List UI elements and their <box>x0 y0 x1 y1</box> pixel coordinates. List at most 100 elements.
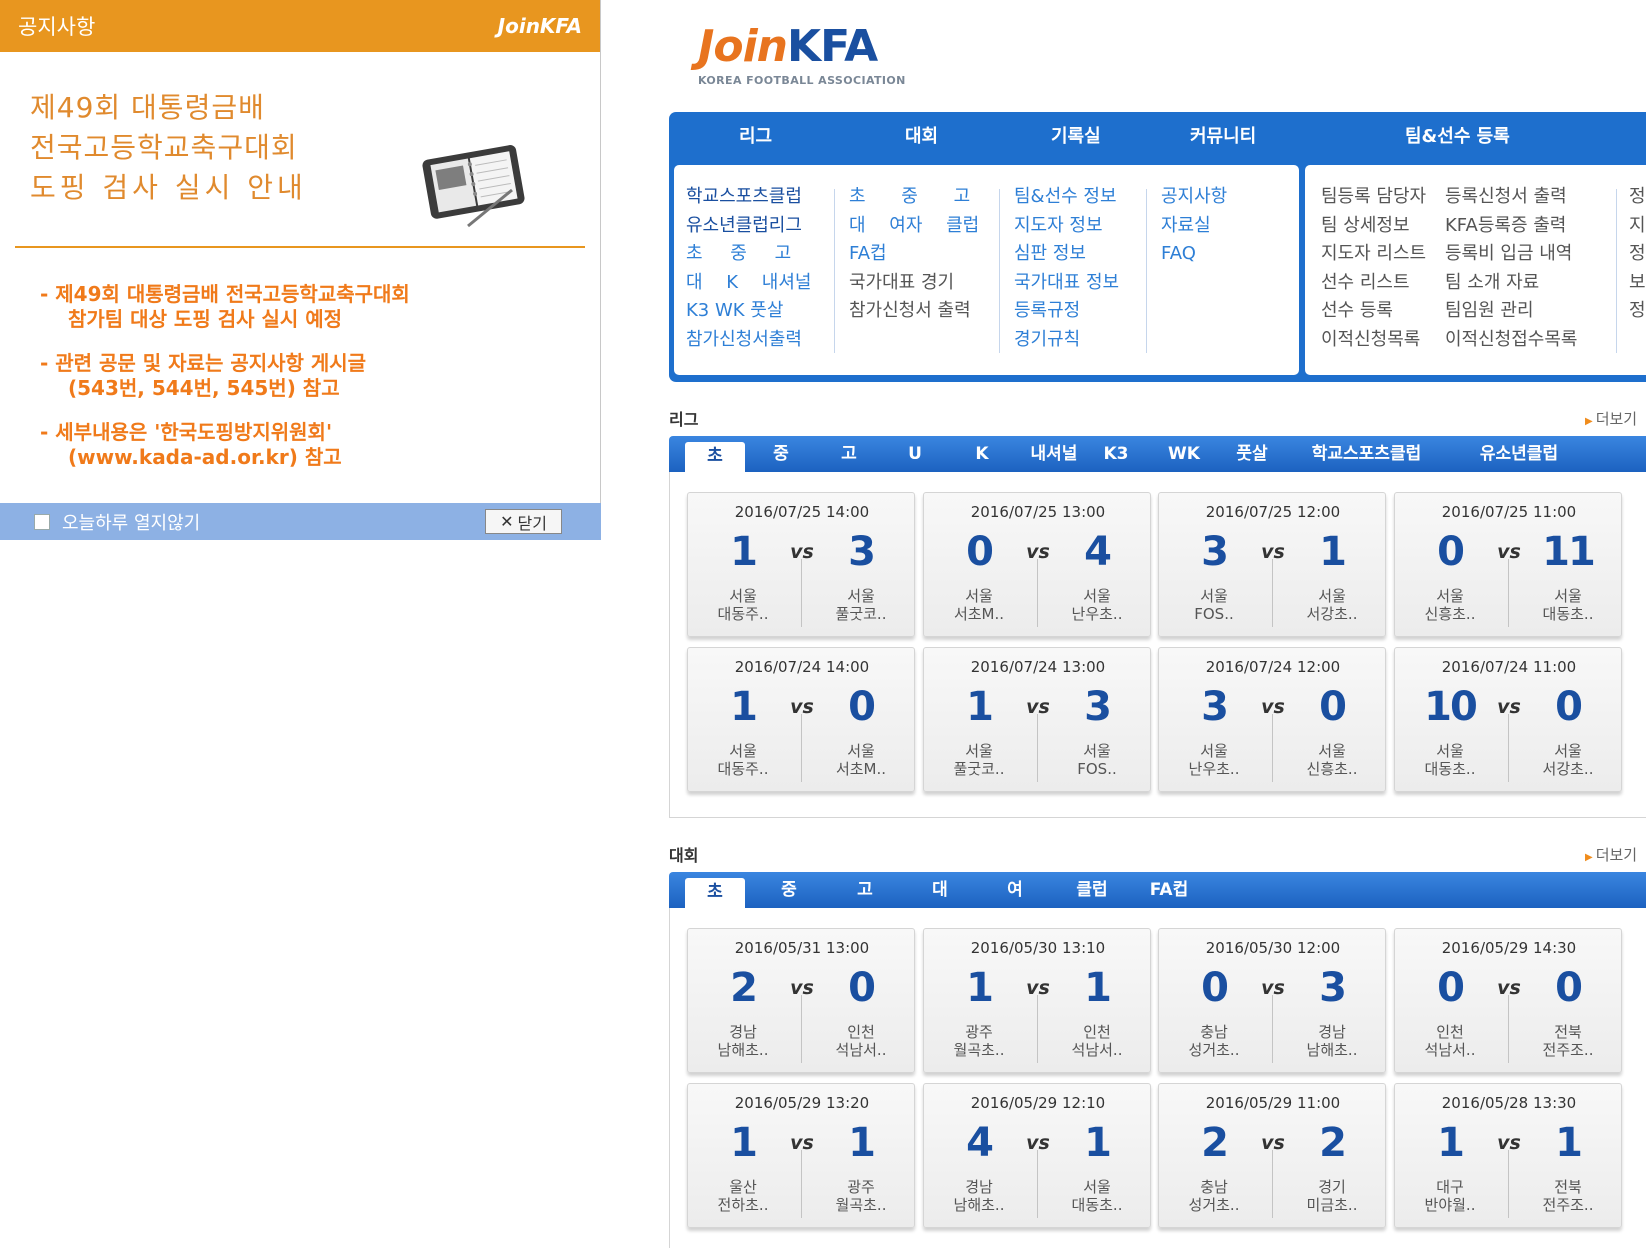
menu-item[interactable]: 국가대표 정보 <box>1014 269 1119 298</box>
menu-item[interactable]: 참가신청서 출력 <box>849 297 979 326</box>
league-tab[interactable]: U <box>895 436 935 472</box>
competition-tab[interactable]: FA컵 <box>1139 872 1199 908</box>
competition-tab[interactable]: 초 <box>685 878 745 908</box>
competition-tab[interactable]: 대 <box>920 872 960 908</box>
menu-item[interactable]: 선수 등록 <box>1321 297 1426 326</box>
menu-item[interactable]: 팀임원 관리 <box>1445 297 1577 326</box>
menu-item[interactable]: 보 <box>1629 269 1646 298</box>
match-card[interactable]: 2016/05/29 13:20 1 vs 1 울산 전하초.. 광주 월곡초.. <box>687 1083 915 1228</box>
menu-item[interactable]: 심판 정보 <box>1014 240 1119 269</box>
home-team: 서울 대동주.. <box>688 587 798 623</box>
match-card[interactable]: 2016/05/30 13:10 1 vs 1 광주 월곡초.. 인천 석남서.. <box>923 928 1151 1073</box>
match-card[interactable]: 2016/05/30 12:00 0 vs 3 충남 성거초.. 경남 남해초.. <box>1158 928 1386 1073</box>
match-card[interactable]: 2016/05/28 13:30 1 vs 1 대구 반야월.. 전북 전주조.. <box>1394 1083 1622 1228</box>
match-card[interactable]: 2016/05/29 11:00 2 vs 2 충남 성거초.. 경기 미금초.. <box>1158 1083 1386 1228</box>
league-tab[interactable]: 내셔널 <box>1019 436 1089 472</box>
match-card[interactable]: 2016/07/24 14:00 1 vs 0 서울 대동주.. 서울 서초M.. <box>687 647 915 792</box>
menu-item[interactable]: 팀등록 담당자 <box>1321 183 1426 212</box>
menu-item[interactable]: 대 K 내셔널 <box>686 269 812 298</box>
menu-tab-competition[interactable]: 대회 <box>905 122 938 148</box>
menu-item[interactable]: 초 중 고 <box>849 183 979 212</box>
home-team-name: 대동주.. <box>717 605 769 623</box>
menu-item[interactable]: 팀&선수 정보 <box>1014 183 1119 212</box>
menu-item[interactable]: 자료실 <box>1161 212 1227 241</box>
site-logo[interactable]: JoinKFA KOREA FOOTBALL ASSOCIATION <box>698 20 906 87</box>
menu-item[interactable]: 팀 소개 자료 <box>1445 269 1577 298</box>
match-card[interactable]: 2016/07/24 11:00 10 vs 0 서울 대동초.. 서울 서강초.. <box>1394 647 1622 792</box>
home-team-region: 울산 <box>729 1178 757 1196</box>
dont-show-today-checkbox[interactable] <box>34 513 50 530</box>
dont-show-today-label[interactable]: 오늘하루 열지않기 <box>62 509 200 535</box>
menu-item[interactable]: FAQ <box>1161 240 1227 269</box>
popup-close-button[interactable]: ✕ 닫기 <box>485 509 562 534</box>
competition-tab[interactable]: 고 <box>845 872 885 908</box>
home-team-name: 남해초.. <box>717 1041 769 1059</box>
menu-item[interactable]: 정 <box>1629 183 1646 212</box>
home-team-region: 충남 <box>1200 1023 1228 1041</box>
menu-item[interactable]: 이적신청접수목록 <box>1445 326 1577 355</box>
match-card[interactable]: 2016/07/25 11:00 0 vs 11 서울 신흥초.. 서울 대동초.. <box>1394 492 1622 637</box>
menu-item[interactable]: 공지사항 <box>1161 183 1227 212</box>
menu-tab-team-register[interactable]: 팀&선수 등록 <box>1405 122 1510 148</box>
match-card[interactable]: 2016/07/25 14:00 1 vs 3 서울 대동주.. 서울 풀굿코.. <box>687 492 915 637</box>
competition-more-link[interactable]: ▶ 더보기 <box>1585 844 1637 865</box>
home-score: 1 <box>730 1120 758 1166</box>
menu-item[interactable]: 등록규정 <box>1014 297 1119 326</box>
menu-tab-community[interactable]: 커뮤니티 <box>1190 122 1256 148</box>
league-tab[interactable]: K3 <box>1091 436 1141 472</box>
menu-tab-league[interactable]: 리그 <box>739 122 772 148</box>
menu-item[interactable]: 등록신청서 출력 <box>1445 183 1577 212</box>
menu-item[interactable]: 참가신청서출력 <box>686 326 812 355</box>
match-card[interactable]: 2016/05/29 14:30 0 vs 0 인천 석남서.. 전북 전주조.. <box>1394 928 1622 1073</box>
away-score: 2 <box>1319 1120 1347 1166</box>
menu-item[interactable]: 지도자 정보 <box>1014 212 1119 241</box>
league-tab[interactable]: 초 <box>685 442 745 472</box>
menu-item[interactable]: 팀 상세정보 <box>1321 212 1426 241</box>
menu-item[interactable]: K3 WK 풋살 <box>686 297 812 326</box>
league-tab[interactable]: WK <box>1159 436 1209 472</box>
league-tab[interactable]: 고 <box>829 436 869 472</box>
home-team-name: 남해초.. <box>953 1196 1005 1214</box>
mega-menu: 리그 대회 기록실 커뮤니티 팀&선수 등록 학교스포츠클럽 유소년클럽리그 초… <box>669 112 1646 382</box>
menu-item[interactable]: 국가대표 경기 <box>849 269 979 298</box>
competition-tab[interactable]: 여 <box>995 872 1035 908</box>
menu-item[interactable]: 이적신청목록 <box>1321 326 1426 355</box>
menu-item[interactable]: 정 <box>1629 240 1646 269</box>
away-team: 서울 대동초.. <box>1513 587 1623 623</box>
home-score: 1 <box>730 684 758 730</box>
match-card[interactable]: 2016/07/25 13:00 0 vs 4 서울 서초M.. 서울 난우초.. <box>923 492 1151 637</box>
menu-item[interactable]: 지도자 리스트 <box>1321 240 1426 269</box>
menu-item[interactable]: 경기규칙 <box>1014 326 1119 355</box>
menu-item[interactable]: FA컵 <box>849 240 979 269</box>
match-card[interactable]: 2016/07/24 12:00 3 vs 0 서울 난우초.. 서울 신흥초.. <box>1158 647 1386 792</box>
menu-item[interactable]: 학교스포츠클럽 <box>686 183 812 212</box>
menu-col-league: 학교스포츠클럽 유소년클럽리그 초 중 고 대 K 내셔널 K3 WK 풋살 참… <box>686 183 812 354</box>
home-score: 1 <box>966 684 994 730</box>
menu-item[interactable]: 정 <box>1629 297 1646 326</box>
menu-item[interactable]: KFA등록증 출력 <box>1445 212 1577 241</box>
menu-item[interactable]: 대 여자 클럽 <box>849 212 979 241</box>
competition-tab[interactable]: 중 <box>769 872 809 908</box>
vs-label: vs <box>1497 541 1521 563</box>
menu-divider <box>1146 189 1147 353</box>
team-divider <box>801 559 802 627</box>
menu-item[interactable]: 등록비 입금 내역 <box>1445 240 1577 269</box>
menu-item[interactable]: 유소년클럽리그 <box>686 212 812 241</box>
league-tab[interactable]: 유소년클럽 <box>1469 436 1569 472</box>
match-card[interactable]: 2016/07/24 13:00 1 vs 3 서울 풀굿코.. 서울 FOS.. <box>923 647 1151 792</box>
match-card[interactable]: 2016/05/31 13:00 2 vs 0 경남 남해초.. 인천 석남서.. <box>687 928 915 1073</box>
popup-brand-logo: JoinKFA <box>497 14 582 38</box>
league-tab[interactable]: K <box>962 436 1002 472</box>
league-more-link[interactable]: ▶ 더보기 <box>1585 408 1637 429</box>
menu-item[interactable]: 선수 리스트 <box>1321 269 1426 298</box>
match-card[interactable]: 2016/05/29 12:10 4 vs 1 경남 남해초.. 서울 대동초.. <box>923 1083 1151 1228</box>
menu-item[interactable]: 초 중 고 <box>686 240 812 269</box>
league-tab[interactable]: 중 <box>761 436 801 472</box>
menu-panel-main: 학교스포츠클럽 유소년클럽리그 초 중 고 대 K 내셔널 K3 WK 풋살 참… <box>674 165 1299 375</box>
menu-item[interactable]: 지 <box>1629 212 1646 241</box>
menu-tab-records[interactable]: 기록실 <box>1051 122 1101 148</box>
match-card[interactable]: 2016/07/25 12:00 3 vs 1 서울 FOS.. 서울 서강초.. <box>1158 492 1386 637</box>
league-tab[interactable]: 풋살 <box>1222 436 1282 472</box>
competition-tab[interactable]: 클럽 <box>1067 872 1117 908</box>
league-tab[interactable]: 학교스포츠클럽 <box>1299 436 1434 472</box>
